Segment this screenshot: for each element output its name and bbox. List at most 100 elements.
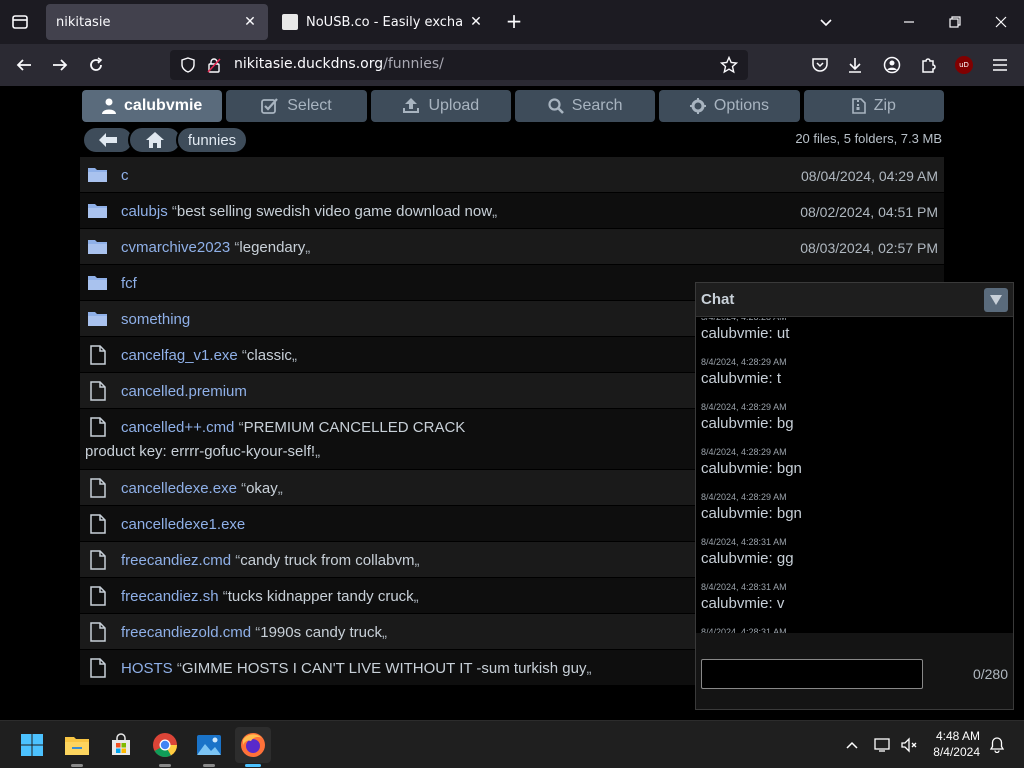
file-name-link[interactable]: HOSTS — [121, 660, 173, 677]
chat-message-text: calubvmie: bgn — [701, 460, 802, 477]
file-name-link[interactable]: c — [121, 167, 129, 184]
file-name-link[interactable]: freecandiez.cmd — [121, 552, 231, 569]
file-explorer-app[interactable] — [59, 727, 95, 767]
chat-log[interactable]: 8/4/2024, 4:28:28 AMcalubvmie: ut 8/4/202… — [696, 318, 1013, 633]
file-name-link[interactable]: cancelledexe1.exe — [121, 516, 245, 533]
user-button[interactable]: calubvmie — [82, 90, 223, 122]
volume-muted-icon[interactable] — [899, 735, 919, 755]
folder-icon — [88, 311, 108, 329]
file-toolbar: calubvmie Select Upload Search Options Z… — [82, 90, 944, 122]
zip-file-icon — [851, 98, 866, 114]
forward-arrow-icon[interactable] — [48, 53, 72, 77]
back-arrow-crumb[interactable] — [82, 126, 134, 154]
shield-icon[interactable] — [180, 57, 196, 77]
tab-nikitasie[interactable]: nikitasie ✕ — [46, 4, 268, 40]
home-crumb[interactable] — [128, 126, 182, 154]
bookmark-star-icon[interactable] — [719, 55, 739, 78]
microsoft-store-app[interactable] — [103, 727, 139, 763]
left-arrow-icon — [99, 133, 117, 147]
store-bag-icon — [112, 733, 130, 755]
chat-input[interactable] — [701, 659, 923, 689]
ublock-origin-icon[interactable]: uD — [952, 53, 976, 77]
checkbox-icon — [261, 98, 279, 114]
close-window-icon[interactable] — [989, 10, 1013, 34]
chat-message: 8/4/2024, 4:28:28 AM calubvmie: ut — [701, 318, 789, 342]
file-name-link[interactable]: cancelled.premium — [121, 383, 247, 400]
tab-nousb[interactable]: NoUSB.co - Easily exchange files ✕ — [272, 4, 494, 40]
new-tab-icon[interactable]: + — [502, 10, 526, 34]
select-button[interactable]: Select — [226, 90, 367, 122]
row-text: fcf — [121, 275, 137, 292]
chat-message: 8/4/2024, 4:28:29 AM calubvmie: bgn — [701, 492, 802, 522]
file-icon — [90, 417, 110, 437]
file-icon — [90, 550, 110, 570]
quote-close: „ — [305, 239, 311, 256]
chevron-down-icon[interactable] — [814, 10, 838, 34]
system-clock[interactable]: 4:48 AM 8/4/2024 — [933, 728, 980, 760]
quote-close: „ — [414, 552, 420, 569]
user-icon — [102, 98, 117, 114]
chat-message: 8/4/2024, 4:28:31 AM calubvmie: v — [701, 582, 787, 612]
options-button[interactable]: Options — [659, 90, 800, 122]
row-text: freecandiez.cmd “candy truck from collab… — [121, 552, 419, 569]
close-tab-icon[interactable]: ✕ — [238, 10, 262, 34]
hamburger-menu-icon[interactable] — [988, 53, 1012, 77]
chat-message: 8/4/2024, 4:28:29 AM calubvmie: t — [701, 357, 787, 387]
pocket-icon[interactable] — [808, 53, 832, 77]
photos-icon — [197, 735, 221, 755]
file-name-link[interactable]: cancelfag_v1.exe — [121, 347, 238, 364]
breadcrumb-current[interactable]: funnies — [176, 126, 248, 154]
start-button[interactable] — [14, 727, 50, 763]
file-name-link[interactable]: freecandiez.sh — [121, 588, 219, 605]
url-bar[interactable]: nikitasie.duckdns.org/funnies/ — [170, 50, 748, 80]
restore-icon[interactable] — [943, 10, 967, 34]
account-icon[interactable] — [880, 53, 904, 77]
reload-icon[interactable] — [84, 53, 108, 77]
home-icon — [146, 132, 164, 148]
folder-row[interactable]: c 08/04/2024, 04:29 AM — [80, 157, 944, 193]
file-name-link[interactable]: cancelledexe.exe — [121, 480, 237, 497]
folder-icon — [88, 275, 108, 293]
select-button-label: Select — [287, 97, 332, 114]
file-description: candy truck from collabvm — [240, 552, 415, 569]
chat-collapse-button[interactable] — [984, 288, 1008, 312]
chat-timestamp: 8/4/2024, 4:28:31 AM — [701, 582, 787, 592]
firefox-icon — [241, 733, 265, 757]
firefox-app[interactable] — [235, 727, 271, 767]
file-name-link[interactable]: calubjs — [121, 203, 168, 220]
file-name-link[interactable]: cvmarchive2023 — [121, 239, 230, 256]
file-icon — [90, 345, 110, 365]
chat-timestamp: 8/4/2024, 4:28:29 AM — [701, 447, 787, 457]
back-arrow-icon[interactable] — [12, 53, 36, 77]
chat-message: 8/4/2024, 4:28:31 AM calubvmie: gg — [701, 537, 794, 567]
chevron-up-icon[interactable] — [842, 735, 862, 755]
chat-message-text: calubvmie: gg — [701, 550, 794, 567]
file-name-link[interactable]: something — [121, 311, 190, 328]
gear-icon — [689, 98, 706, 114]
row-text: something — [121, 311, 190, 328]
downloads-icon[interactable] — [843, 53, 867, 77]
chat-char-counter: 0/280 — [972, 666, 1008, 682]
network-icon[interactable] — [873, 735, 893, 755]
notification-bell-icon[interactable] — [987, 735, 1007, 755]
photos-app[interactable] — [191, 727, 227, 767]
extensions-icon[interactable] — [916, 53, 940, 77]
minimize-icon[interactable] — [897, 10, 921, 34]
upload-button[interactable]: Upload — [370, 90, 511, 122]
quote-close: „ — [413, 588, 419, 605]
file-icon — [90, 622, 110, 642]
folder-row[interactable]: cvmarchive2023 “legendary„ 08/03/2024, 02… — [80, 229, 944, 265]
search-button[interactable]: Search — [514, 90, 656, 122]
file-name-link[interactable]: freecandiezold.cmd — [121, 624, 251, 641]
file-name-link[interactable]: cancelled++.cmd — [121, 419, 234, 436]
tab-list-icon[interactable] — [8, 10, 32, 34]
file-name-link[interactable]: fcf — [121, 275, 137, 292]
folder-icon — [65, 737, 89, 755]
chrome-app[interactable] — [147, 727, 183, 767]
close-tab-icon[interactable]: ✕ — [464, 10, 488, 34]
lock-insecure-icon[interactable] — [206, 57, 222, 77]
zip-button[interactable]: Zip — [803, 90, 944, 122]
folder-row[interactable]: calubjs “best selling swedish video game… — [80, 193, 944, 229]
row-text-continued: product key: errrr-gofuc-kyour-self!„ — [85, 443, 320, 460]
file-icon — [90, 514, 110, 534]
